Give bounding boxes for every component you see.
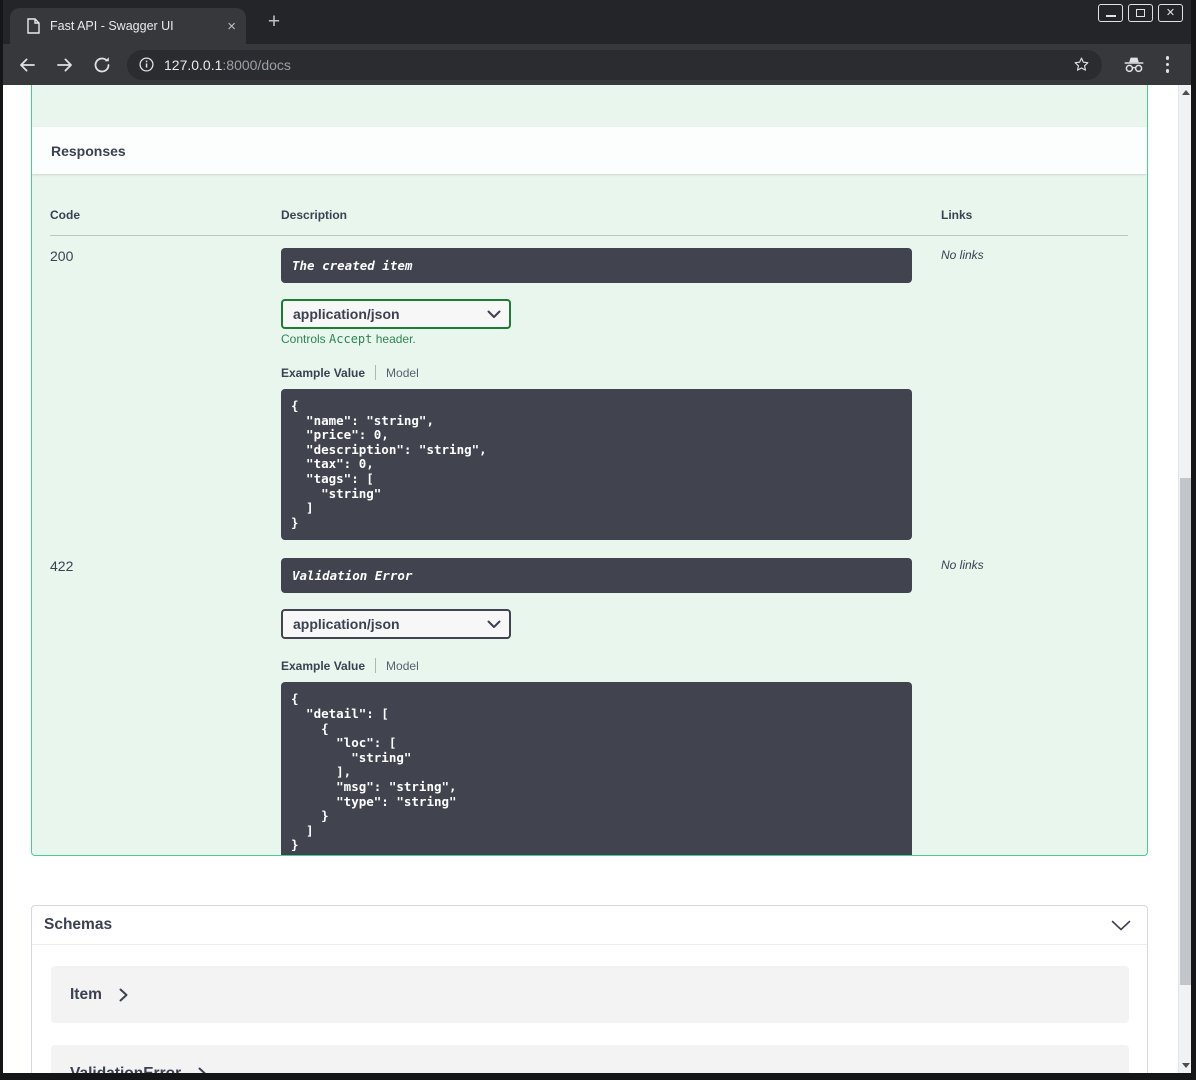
- example-json-block: { "detail": [ { "loc": [ "string" ], "ms…: [281, 682, 912, 855]
- schema-validation-error[interactable]: ValidationError: [51, 1045, 1129, 1073]
- tab-title: Fast API - Swagger UI: [50, 19, 174, 33]
- window-controls: ✕: [1098, 4, 1183, 22]
- maximize-button[interactable]: [1128, 4, 1153, 22]
- response-description: The created item: [281, 248, 912, 283]
- responses-section-header: Responses: [32, 127, 1147, 174]
- new-tab-button[interactable]: +: [263, 11, 285, 34]
- close-tab-icon[interactable]: ×: [227, 19, 236, 34]
- schemas-section: Schemas Item ValidationError: [31, 905, 1148, 1073]
- responses-table-header: Code Description Links: [50, 174, 1128, 236]
- close-window-button[interactable]: ✕: [1158, 4, 1183, 22]
- scrollbar-thumb[interactable]: [1180, 478, 1191, 985]
- tab-model[interactable]: Model: [386, 366, 419, 380]
- schema-name: ValidationError: [70, 1064, 182, 1074]
- schemas-list: Item ValidationError: [32, 945, 1147, 1073]
- example-model-tabs: Example Value Model: [281, 658, 941, 674]
- header-description: Description: [281, 208, 348, 222]
- minimize-icon: [1105, 15, 1116, 17]
- tab-example-value[interactable]: Example Value: [281, 366, 365, 380]
- browser-window: Fast API - Swagger UI × + ✕ 127.0.0.1:80…: [0, 0, 1196, 1080]
- maximize-icon: [1136, 9, 1145, 17]
- media-type-value: application/json: [293, 616, 400, 633]
- opblock-post: Responses Code Description Links 200 The…: [31, 85, 1148, 856]
- scroll-up-arrow[interactable]: [1179, 85, 1191, 100]
- response-links: No links: [941, 558, 984, 573]
- close-icon: ✕: [1165, 6, 1176, 19]
- response-code: 422: [50, 558, 74, 575]
- vertical-scrollbar[interactable]: [1178, 85, 1191, 1073]
- accept-header-note: Controls Accept header.: [281, 332, 416, 346]
- example-json-block: { "name": "string", "price": 0, "descrip…: [281, 389, 912, 541]
- scroll-down-arrow[interactable]: [1179, 1058, 1191, 1073]
- responses-table: Code Description Links 200 The created i…: [32, 174, 1147, 855]
- url-host: 127.0.0.1: [164, 56, 223, 73]
- schemas-header[interactable]: Schemas: [32, 906, 1147, 945]
- forward-button[interactable]: [55, 55, 75, 75]
- minimize-button[interactable]: [1098, 4, 1123, 22]
- browser-tab[interactable]: Fast API - Swagger UI ×: [10, 8, 246, 44]
- reload-button[interactable]: [93, 56, 111, 74]
- schema-name: Item: [70, 985, 102, 1003]
- chevron-right-icon: [198, 1067, 207, 1073]
- chevron-down-icon[interactable]: [1111, 920, 1131, 931]
- tab-separator: [375, 365, 377, 380]
- swagger-page: Responses Code Description Links 200 The…: [3, 85, 1191, 1073]
- opblock-body-spacer: [32, 85, 1147, 127]
- tab-model[interactable]: Model: [386, 659, 419, 673]
- tab-bar: Fast API - Swagger UI × + ✕: [3, 0, 1191, 44]
- chevron-down-icon: [487, 620, 501, 629]
- response-links: No links: [941, 248, 984, 262]
- incognito-icon[interactable]: [1122, 56, 1146, 73]
- favicon-document-icon: [26, 18, 40, 34]
- site-info-icon[interactable]: [139, 57, 154, 72]
- schemas-title: Schemas: [44, 916, 113, 933]
- media-type-select[interactable]: application/json: [281, 299, 511, 329]
- response-code: 200: [50, 248, 74, 264]
- header-links: Links: [941, 208, 973, 222]
- response-row-422: 422 Validation Error application/json Ex…: [50, 546, 1128, 855]
- url-path: :8000/docs: [222, 56, 291, 73]
- url-text: 127.0.0.1:8000/docs: [164, 57, 291, 73]
- chevron-down-icon: [487, 310, 501, 319]
- bookmark-star-icon[interactable]: [1073, 56, 1090, 73]
- response-description: Validation Error: [281, 558, 912, 594]
- header-code: Code: [50, 208, 80, 222]
- media-type-value: application/json: [293, 306, 400, 322]
- tab-example-value[interactable]: Example Value: [281, 659, 365, 673]
- schema-item[interactable]: Item: [51, 966, 1129, 1023]
- example-model-tabs: Example Value Model: [281, 365, 941, 380]
- responses-title: Responses: [51, 142, 126, 159]
- browser-toolbar: 127.0.0.1:8000/docs: [3, 44, 1191, 85]
- back-button[interactable]: [17, 55, 37, 75]
- chevron-right-icon: [119, 988, 128, 1002]
- response-row-200: 200 The created item application/json Co…: [50, 236, 1128, 541]
- address-bar[interactable]: 127.0.0.1:8000/docs: [127, 49, 1102, 80]
- tab-separator: [375, 658, 377, 674]
- browser-menu-button[interactable]: [1165, 56, 1169, 73]
- media-type-select[interactable]: application/json: [281, 609, 511, 640]
